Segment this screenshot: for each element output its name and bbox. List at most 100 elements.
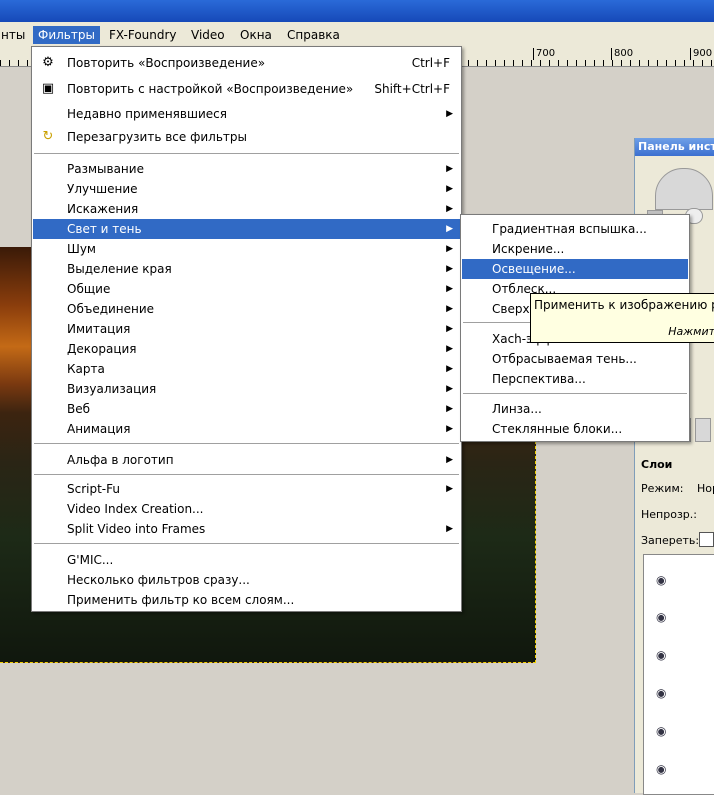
submenu-arrow-icon: ▶ xyxy=(446,424,453,434)
menu-item-label: Анимация xyxy=(67,422,131,436)
submenu-arrow-icon: ▶ xyxy=(446,524,453,534)
menu-item-map[interactable]: Карта ▶ xyxy=(33,359,460,379)
menu-item-alpha-to-logo[interactable]: Альфа в логотип ▶ xyxy=(33,450,460,470)
window-titlebar xyxy=(0,0,714,22)
menu-item-video-index[interactable]: Video Index Creation... xyxy=(33,499,460,519)
eye-icon[interactable]: ◉ xyxy=(656,687,672,699)
menu-item-artistic[interactable]: Имитация ▶ xyxy=(33,319,460,339)
lock-checkbox[interactable] xyxy=(699,532,714,547)
reload-icon: ↻ xyxy=(42,129,54,144)
menu-item-script-fu[interactable]: Script-Fu ▶ xyxy=(33,479,460,499)
menu-item-label: Шум xyxy=(67,242,96,256)
shortcut-label: Ctrl+F xyxy=(411,56,450,70)
mode-select[interactable]: Нор xyxy=(697,482,714,495)
menu-item-glass-tile[interactable]: Стеклянные блоки... xyxy=(462,419,688,439)
submenu-arrow-icon: ▶ xyxy=(446,384,453,394)
menu-item-recent[interactable]: Недавно применявшиеся ▶ xyxy=(33,104,460,124)
menu-item-label: Объединение xyxy=(67,302,155,316)
menu-item-split-video[interactable]: Split Video into Frames ▶ xyxy=(33,519,460,539)
reshow-icon: ▣ xyxy=(41,81,55,96)
menu-item-sparkle[interactable]: Искрение... xyxy=(462,239,688,259)
eye-icon[interactable]: ◉ xyxy=(656,574,672,586)
menu-item-generic[interactable]: Общие ▶ xyxy=(33,279,460,299)
menu-item-label: Освещение... xyxy=(492,262,576,276)
menu-separator xyxy=(34,474,459,475)
menu-item-noise[interactable]: Шум ▶ xyxy=(33,239,460,259)
menu-item-label: Повторить «Воспроизведение» xyxy=(67,56,266,70)
menu-windows[interactable]: Окна xyxy=(235,26,277,44)
menu-item-label: Недавно применявшиеся xyxy=(67,107,227,121)
menu-item-light-shadow[interactable]: Свет и тень ▶ xyxy=(33,219,460,239)
submenu-arrow-icon: ▶ xyxy=(446,204,453,214)
eye-icon[interactable]: ◉ xyxy=(656,649,672,661)
lock-label: Запереть: xyxy=(641,534,700,547)
menu-item-label: Split Video into Frames xyxy=(67,522,206,536)
menu-item-apply-all-layers[interactable]: Применить фильтр ко всем слоям... xyxy=(33,590,460,610)
menu-item-lens[interactable]: Линза... xyxy=(462,399,688,419)
menu-item-label: Визуализация xyxy=(67,382,157,396)
menu-separator xyxy=(34,443,459,444)
opacity-label: Непрозр.: xyxy=(641,508,697,521)
menu-item-gradient-flare[interactable]: Градиентная вспышка... xyxy=(462,219,688,239)
menu-item-reset-filters[interactable]: ↻ Перезагрузить все фильтры xyxy=(33,127,460,147)
menu-item-web[interactable]: Веб ▶ xyxy=(33,399,460,419)
submenu-arrow-icon: ▶ xyxy=(446,224,453,234)
menu-help[interactable]: Справка xyxy=(282,26,345,44)
submenu-arrow-icon: ▶ xyxy=(446,109,453,119)
submenu-arrow-icon: ▶ xyxy=(446,164,453,174)
color-swatch-icon[interactable] xyxy=(695,418,711,442)
fg-bg-color-icon[interactable] xyxy=(655,168,713,210)
menu-image-partial[interactable]: нты xyxy=(0,26,30,44)
menu-item-render[interactable]: Визуализация ▶ xyxy=(33,379,460,399)
menu-item-label: Script-Fu xyxy=(67,482,120,496)
menu-item-perspective[interactable]: Перспектива... xyxy=(462,369,688,389)
ruler-label: 900 xyxy=(690,48,712,60)
menu-item-edge-detect[interactable]: Выделение края ▶ xyxy=(33,259,460,279)
filters-menu: ⚙ Повторить «Воспроизведение» Ctrl+F ▣ П… xyxy=(31,46,462,612)
submenu-arrow-icon: ▶ xyxy=(446,404,453,414)
menu-item-multiple-filters[interactable]: Несколько фильтров сразу... xyxy=(33,570,460,590)
menu-item-distorts[interactable]: Искажения ▶ xyxy=(33,199,460,219)
menu-fx-foundry[interactable]: FX-Foundry xyxy=(104,26,182,44)
menu-item-repeat[interactable]: ⚙ Повторить «Воспроизведение» Ctrl+F xyxy=(33,53,460,73)
submenu-arrow-icon: ▶ xyxy=(446,304,453,314)
menu-item-label: Искрение... xyxy=(492,242,565,256)
tooltip-hint: Нажмит xyxy=(668,325,714,338)
menu-item-label: G'MIC... xyxy=(67,553,114,567)
submenu-arrow-icon: ▶ xyxy=(446,324,453,334)
eye-icon[interactable]: ◉ xyxy=(656,611,672,623)
menu-separator xyxy=(34,153,459,154)
ruler-label: 700 xyxy=(533,48,555,60)
menu-filters[interactable]: Фильтры xyxy=(33,26,100,44)
menu-video[interactable]: Video xyxy=(186,26,230,44)
menu-item-label: Веб xyxy=(67,402,91,416)
menu-item-label: Выделение края xyxy=(67,262,172,276)
layer-list[interactable]: ◉ ◉ ◉ ◉ ◉ ◉ xyxy=(643,554,714,795)
repeat-icon: ⚙ xyxy=(42,55,54,70)
menu-item-label: Линза... xyxy=(492,402,542,416)
menu-item-label: Улучшение xyxy=(67,182,138,196)
menu-item-label: Декорация xyxy=(67,342,137,356)
submenu-arrow-icon: ▶ xyxy=(446,244,453,254)
menu-separator xyxy=(463,393,687,394)
submenu-arrow-icon: ▶ xyxy=(446,344,453,354)
menu-item-label: Искажения xyxy=(67,202,139,216)
menu-item-lighting[interactable]: Освещение... xyxy=(462,259,688,279)
menu-item-animation[interactable]: Анимация ▶ xyxy=(33,419,460,439)
menu-item-label: Альфа в логотип xyxy=(67,453,174,467)
menu-item-drop-shadow[interactable]: Отбрасываемая тень... xyxy=(462,349,688,369)
submenu-arrow-icon: ▶ xyxy=(446,484,453,494)
menu-item-gmic[interactable]: G'MIC... xyxy=(33,550,460,570)
menu-item-label: Перезагрузить все фильтры xyxy=(67,130,247,144)
menu-item-decor[interactable]: Декорация ▶ xyxy=(33,339,460,359)
menu-item-blur[interactable]: Размывание ▶ xyxy=(33,159,460,179)
eye-icon[interactable]: ◉ xyxy=(656,763,672,775)
menu-separator xyxy=(34,543,459,544)
menu-item-enhance[interactable]: Улучшение ▶ xyxy=(33,179,460,199)
menu-item-label: Карта xyxy=(67,362,105,376)
menu-item-label: Общие xyxy=(67,282,111,296)
menu-item-reshow[interactable]: ▣ Повторить с настройкой «Воспроизведени… xyxy=(33,79,460,99)
menu-item-label: Свет и тень xyxy=(67,222,142,236)
eye-icon[interactable]: ◉ xyxy=(656,725,672,737)
menu-item-combine[interactable]: Объединение ▶ xyxy=(33,299,460,319)
